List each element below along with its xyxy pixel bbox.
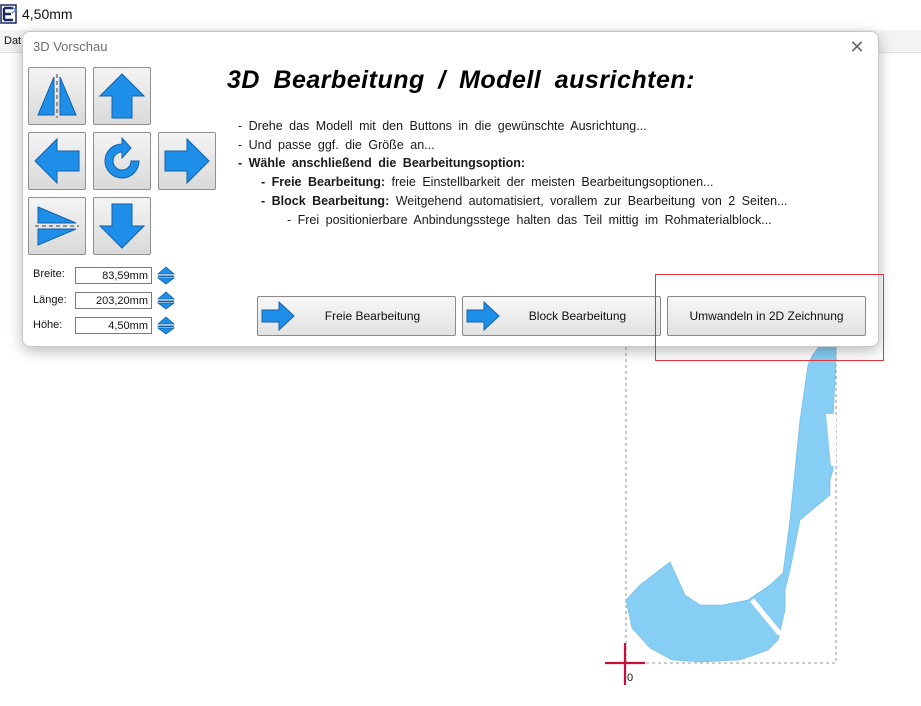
mirror-horizontal-icon	[35, 206, 79, 246]
instruction-line-5: - Block Bearbeitung: Weitgehend automati…	[261, 194, 788, 208]
height-spin-icon[interactable]	[156, 316, 176, 335]
instruction-line-4: - Freie Bearbeitung: freie Einstellbarke…	[261, 175, 713, 189]
instruction-line-5-bold: - Block Bearbeitung:	[261, 194, 390, 208]
arrow-right-button[interactable]	[158, 132, 216, 190]
close-icon: ✕	[849, 37, 865, 57]
arrow-left-icon	[34, 137, 80, 185]
rotate-icon	[104, 136, 140, 179]
instruction-line-3-bold: - Wähle anschließend die Bearbeitungsopt…	[238, 156, 526, 170]
origin-marker	[605, 643, 645, 685]
arrow-right-icon	[261, 301, 295, 331]
arrow-right-icon	[466, 301, 500, 331]
arrow-right-icon	[164, 137, 210, 185]
arrow-up-icon	[98, 73, 146, 119]
block-processing-label: Block Bearbeitung	[528, 309, 627, 323]
height-field[interactable]: 4,50mm	[75, 317, 152, 334]
dialog-title: 3D Vorschau	[33, 39, 108, 54]
free-processing-button[interactable]: Freie Bearbeitung	[257, 296, 456, 336]
instruction-line-4-bold: - Freie Bearbeitung:	[261, 175, 386, 189]
arrow-left-button[interactable]	[28, 132, 86, 190]
width-spin-icon[interactable]	[156, 266, 176, 285]
part-shape	[625, 344, 837, 663]
origin-label: 0	[627, 672, 634, 684]
highlight-annotation	[655, 274, 884, 361]
mirror-vertical-icon	[37, 74, 77, 118]
instruction-line-5-text: Weitgehend automatisiert, vorallem zur B…	[389, 194, 788, 208]
instruction-line-3: - Wähle anschließend die Bearbeitungsopt…	[238, 156, 525, 170]
rotate-button[interactable]	[93, 132, 151, 190]
instruction-line-2: - Und passe ggf. die Größe an...	[238, 138, 435, 152]
instruction-line-6: - Frei positionierbare Anbindungsstege h…	[287, 213, 772, 227]
arrow-up-button[interactable]	[93, 67, 151, 125]
height-label: Höhe:	[33, 319, 63, 331]
block-processing-button[interactable]: Block Bearbeitung	[462, 296, 661, 336]
mirror-horizontal-button[interactable]	[28, 197, 86, 255]
width-field[interactable]: 83,59mm	[75, 267, 152, 284]
dialog-heading: 3D Bearbeitung / Modell ausrichten:	[227, 66, 695, 94]
width-label: Breite:	[33, 268, 65, 280]
instruction-line-4-text: freie Einstellbarkeit der meisten Bearbe…	[385, 175, 714, 189]
arrow-down-button[interactable]	[93, 197, 151, 255]
close-button[interactable]: ✕	[844, 36, 870, 58]
length-spin-icon[interactable]	[156, 291, 176, 310]
length-field[interactable]: 203,20mm	[75, 292, 152, 309]
mirror-vertical-button[interactable]	[28, 67, 86, 125]
length-label: Länge:	[33, 294, 67, 306]
instruction-line-1: - Drehe das Modell mit den Buttons in di…	[238, 119, 647, 133]
arrow-down-icon	[98, 203, 146, 249]
free-processing-label: Freie Bearbeitung	[324, 309, 421, 323]
